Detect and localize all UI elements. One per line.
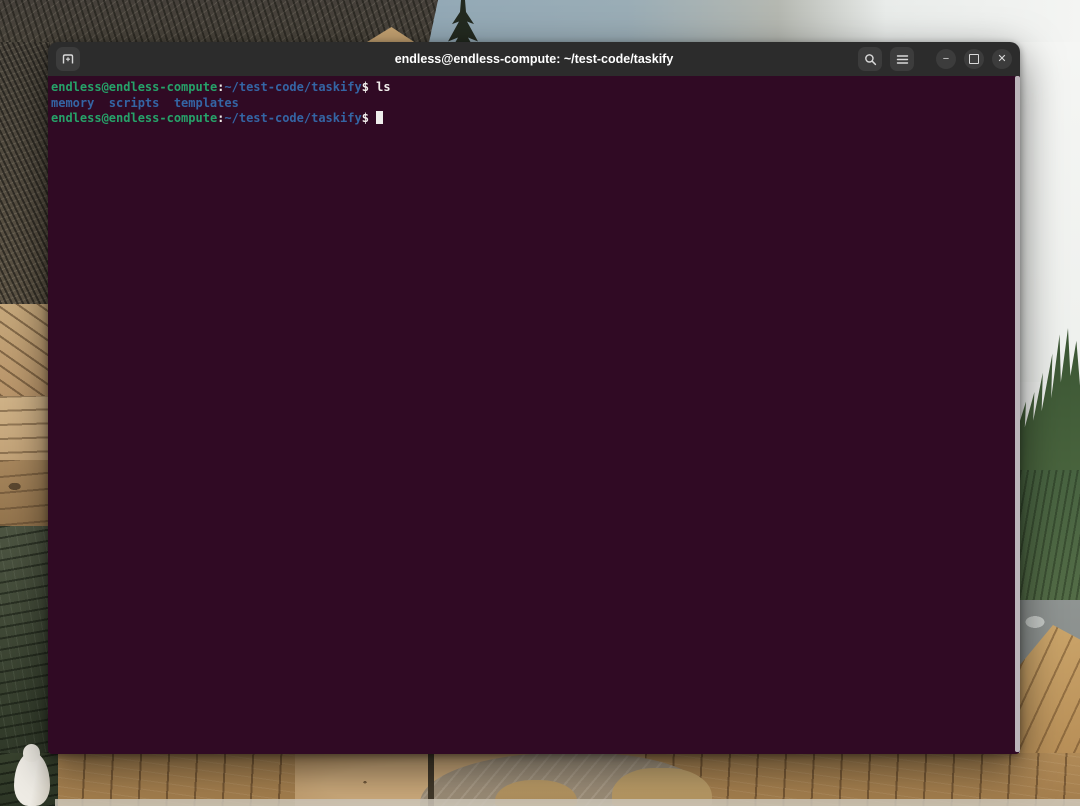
- minimize-button[interactable]: −: [936, 49, 956, 69]
- close-button[interactable]: ✕: [992, 49, 1012, 69]
- close-icon: ✕: [997, 54, 1006, 65]
- menu-button[interactable]: [890, 47, 914, 71]
- prompt-user-host: endless@endless-compute: [51, 111, 217, 125]
- directory-name: scripts: [109, 96, 160, 110]
- maximize-button[interactable]: [964, 49, 984, 69]
- wallpaper-left-planks: [0, 396, 49, 460]
- terminal-line-ls-output: memory scripts templates: [51, 96, 1012, 112]
- typed-command: ls: [376, 80, 390, 94]
- terminal-window: endless@endless-compute: ~/test-code/tas…: [48, 42, 1020, 754]
- search-button[interactable]: [858, 47, 882, 71]
- titlebar[interactable]: endless@endless-compute: ~/test-code/tas…: [48, 42, 1020, 77]
- new-tab-icon: [61, 52, 75, 66]
- prompt-symbol: $: [362, 80, 369, 94]
- wallpaper-left-shingles: [0, 304, 49, 396]
- directory-name: memory: [51, 96, 94, 110]
- hamburger-menu-icon: [896, 54, 909, 65]
- prompt-path: ~/test-code/taskify: [224, 111, 361, 125]
- terminal-line-prompt-command: endless@endless-compute:~/test-code/task…: [51, 80, 1012, 96]
- terminal-screen[interactable]: endless@endless-compute:~/test-code/task…: [48, 76, 1020, 754]
- wallpaper-right-forest: [1020, 470, 1080, 620]
- desktop: endless@endless-compute: ~/test-code/tas…: [0, 0, 1080, 806]
- search-icon: [864, 53, 877, 66]
- prompt-symbol: $: [362, 111, 369, 125]
- wallpaper-left-beam: [0, 460, 49, 526]
- wallpaper-right-sky: [1020, 42, 1080, 382]
- minimize-icon: −: [943, 54, 949, 65]
- new-tab-button[interactable]: [56, 47, 80, 71]
- wallpaper-bottom-ledge: [55, 799, 1080, 806]
- prompt-user-host: endless@endless-compute: [51, 80, 217, 94]
- wallpaper-left-twigs: [0, 42, 49, 304]
- maximize-icon: [969, 54, 979, 64]
- prompt-path: ~/test-code/taskify: [224, 80, 361, 94]
- titlebar-controls: − ✕: [858, 42, 1012, 76]
- directory-name: templates: [174, 96, 239, 110]
- terminal-cursor: [376, 111, 383, 124]
- terminal-scrollbar[interactable]: [1015, 76, 1020, 752]
- terminal-line-active-prompt: endless@endless-compute:~/test-code/task…: [51, 111, 1012, 127]
